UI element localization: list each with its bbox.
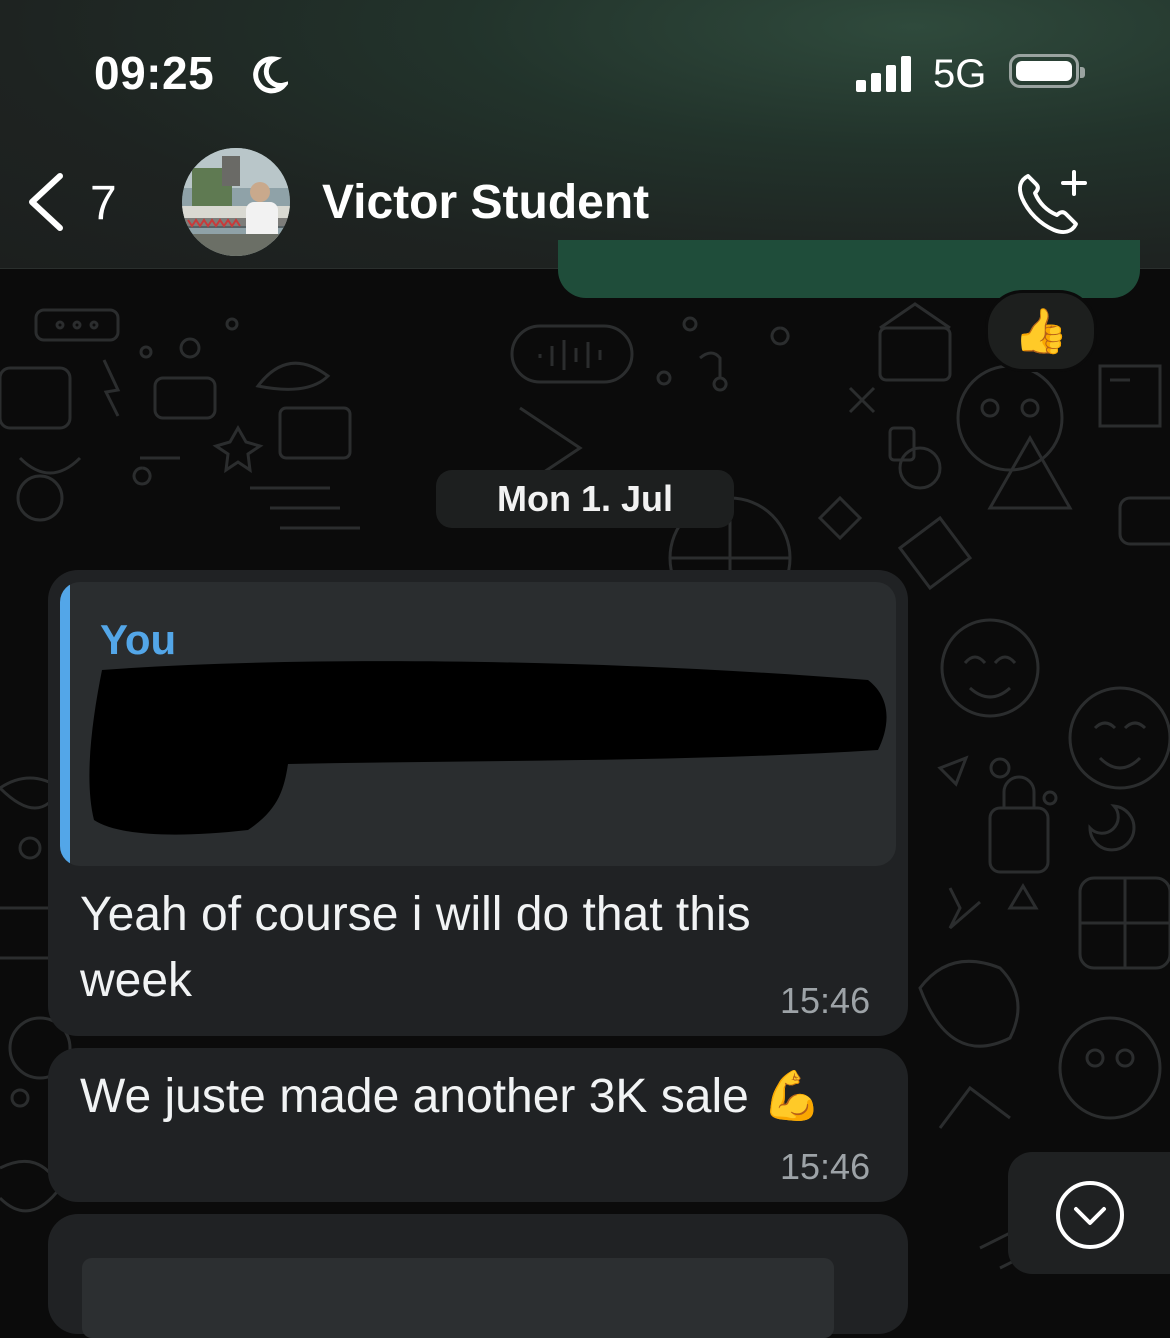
chat-header: 09:25 5G 7 Victor Student [0,0,1170,269]
battery-icon [1009,54,1085,88]
phone-plus-icon[interactable] [1016,166,1090,236]
status-time: 09:25 [94,47,215,99]
date-separator: Mon 1. Jul [436,470,734,528]
network-type: 5G [933,52,987,96]
thumbs-up-icon: 👍 [1013,307,1069,356]
message-time: 15:46 [780,1146,871,1187]
quote-bar [60,582,70,866]
signal-icon [856,56,911,92]
reaction-badge[interactable]: 👍 [985,290,1097,372]
back-chevron-icon[interactable] [24,170,68,234]
quoted-message[interactable]: You [60,582,896,866]
moon-icon [253,56,288,94]
contact-name[interactable]: Victor Student [322,175,649,230]
chevron-down-icon [1056,1181,1124,1249]
redacted-text [89,661,887,835]
quoted-message[interactable] [82,1258,834,1338]
message-time: 15:46 [780,980,871,1021]
quote-author: You [100,616,177,663]
unread-count[interactable]: 7 [90,176,117,231]
avatar[interactable] [182,148,290,256]
message-text: Yeah of course i will do that this week [80,888,751,1007]
scroll-to-bottom-button[interactable] [1008,1152,1170,1274]
message-text: We juste made another 3K sale 💪 [80,1070,822,1123]
